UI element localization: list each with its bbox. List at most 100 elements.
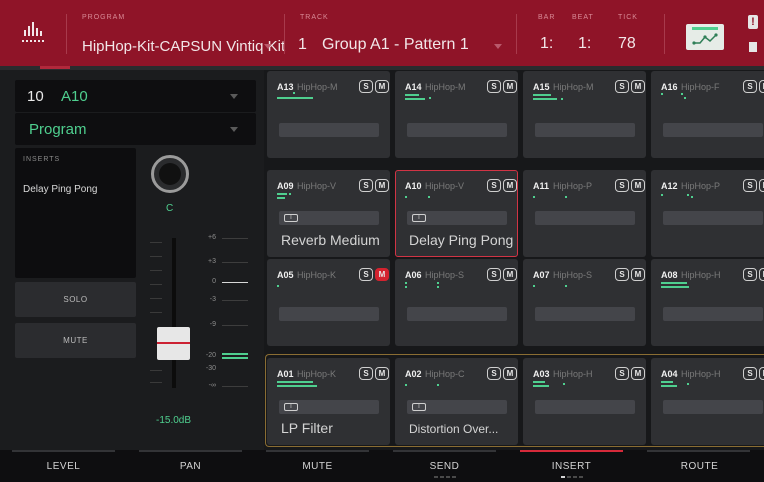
beat-value[interactable]: 1: [578,35,591,53]
pad-a07[interactable]: A07 HipHop-S S M [523,259,646,346]
pad-sample-name: HipHop-M [297,82,338,92]
pad-solo-button[interactable]: S [743,80,757,93]
volume-fader-track[interactable] [172,238,176,388]
pad-solo-button[interactable]: S [615,268,629,281]
insert-slot[interactable] [663,307,763,321]
pad-solo-button[interactable]: S [487,179,501,192]
pad-mute-button[interactable]: M [375,80,389,93]
pad-sample-name: HipHop-C [425,369,465,379]
pad-mute-button[interactable]: M [631,268,645,281]
track-dropdown-icon[interactable] [494,44,502,49]
pad-selector[interactable]: 10 A10 [15,80,256,112]
pad-mute-button[interactable]: M [503,268,517,281]
automation-button[interactable] [686,24,724,50]
pad-id: A12 [661,181,678,191]
mute-button[interactable]: MUTE [15,323,136,358]
track-name[interactable]: Group A1 - Pattern 1 [322,36,469,54]
mpc-logo-icon[interactable] [22,20,48,42]
pad-solo-button[interactable]: S [487,367,501,380]
warning-icon[interactable]: ! [748,15,758,29]
pad-mute-button[interactable]: M [759,367,764,380]
pad-solo-button[interactable]: S [359,179,373,192]
insert-slot[interactable]: I [407,400,507,414]
pad-solo-button[interactable]: S [487,268,501,281]
pad-mute-button[interactable]: M [375,179,389,192]
insert-slot[interactable] [535,123,635,137]
pad-a06[interactable]: A06 HipHop-S S M [395,259,518,346]
pad-mute-button[interactable]: M [375,268,389,281]
fader-scale-label: -∞ [208,382,216,389]
pad-a04[interactable]: A04 HipHop-H S M [651,358,764,445]
pad-a14[interactable]: A14 HipHop-M S M [395,71,518,158]
insert-slot[interactable] [279,123,379,137]
pad-mute-button[interactable]: M [503,367,517,380]
pad-mute-button[interactable]: M [759,80,764,93]
pad-solo-button[interactable]: S [743,179,757,192]
pad-mute-button[interactable]: M [631,179,645,192]
pad-a05[interactable]: A05 HipHop-K S M [267,259,390,346]
tick-value[interactable]: 78 [618,35,636,53]
insert-slot[interactable]: I [279,400,379,414]
cpu-chip-icon[interactable] [749,42,757,52]
insert-slot[interactable] [535,307,635,321]
insert-slot[interactable]: I [279,211,379,225]
insert-slot[interactable]: I [407,211,507,225]
pad-mute-button[interactable]: M [759,179,764,192]
insert-slot[interactable] [663,211,763,225]
pad-solo-button[interactable]: S [615,367,629,380]
insert-item[interactable]: Delay Ping Pong [23,184,98,195]
tab-route[interactable]: ROUTE [635,450,764,482]
pad-id: A04 [661,369,678,379]
pad-a12[interactable]: A12 HipHop-P S M [651,170,764,257]
level-meter [222,353,248,355]
pad-mute-button[interactable]: M [631,80,645,93]
insert-slot[interactable] [535,400,635,414]
bar-value[interactable]: 1: [540,35,553,53]
pad-a13[interactable]: A13 HipHop-M S M [267,71,390,158]
insert-slot[interactable] [663,123,763,137]
pad-mute-button[interactable]: M [503,80,517,93]
program-dropdown-icon[interactable] [264,44,272,49]
pad-solo-button[interactable]: S [743,268,757,281]
pad-a03[interactable]: A03 HipHop-H S M [523,358,646,445]
pad-sample-name: HipHop-M [425,82,466,92]
pad-mute-button[interactable]: M [375,367,389,380]
pad-id: A06 [405,270,422,280]
pad-mute-button[interactable]: M [759,268,764,281]
mode-selector[interactable]: Program [15,113,256,145]
pad-solo-button[interactable]: S [359,367,373,380]
pad-a01[interactable]: A01 HipHop-K S M I LP Filter [267,358,390,445]
insert-icon: I [284,403,298,411]
pad-a08[interactable]: A08 HipHop-H S M [651,259,764,346]
pad-a15[interactable]: A15 HipHop-M S M [523,71,646,158]
pad-a11[interactable]: A11 HipHop-P S M [523,170,646,257]
insert-slot[interactable] [279,307,379,321]
tab-insert[interactable]: INSERT [508,450,635,482]
solo-button[interactable]: SOLO [15,282,136,317]
pad-a02[interactable]: A02 HipHop-C S M I Distortion Over... [395,358,518,445]
tab-pan[interactable]: PAN [127,450,254,482]
tab-level[interactable]: LEVEL [0,450,127,482]
pad-solo-button[interactable]: S [615,80,629,93]
pad-mute-button[interactable]: M [503,179,517,192]
inserts-list[interactable]: INSERTS Delay Ping Pong [15,148,136,278]
pad-solo-button[interactable]: S [615,179,629,192]
insert-slot[interactable] [663,400,763,414]
pad-a10[interactable]: A10 HipHop-V S M I Delay Ping Pong [395,170,518,257]
insert-slot[interactable] [535,211,635,225]
pad-solo-button[interactable]: S [743,367,757,380]
program-name[interactable]: HipHop-Kit-CAPSUN Vintiq Kit [82,38,285,55]
pad-id: A02 [405,369,422,379]
pad-a09[interactable]: A09 HipHop-V S M I Reverb Medium [267,170,390,257]
insert-slot[interactable] [407,123,507,137]
tab-send[interactable]: SEND [381,450,508,482]
pad-solo-button[interactable]: S [359,268,373,281]
pad-solo-button[interactable]: S [359,80,373,93]
pad-a16[interactable]: A16 HipHop-F S M [651,71,764,158]
pad-mute-button[interactable]: M [631,367,645,380]
tab-mute[interactable]: MUTE [254,450,381,482]
pad-solo-button[interactable]: S [487,80,501,93]
volume-fader-handle[interactable] [157,327,190,360]
pan-knob[interactable] [151,155,189,193]
insert-slot[interactable] [407,307,507,321]
